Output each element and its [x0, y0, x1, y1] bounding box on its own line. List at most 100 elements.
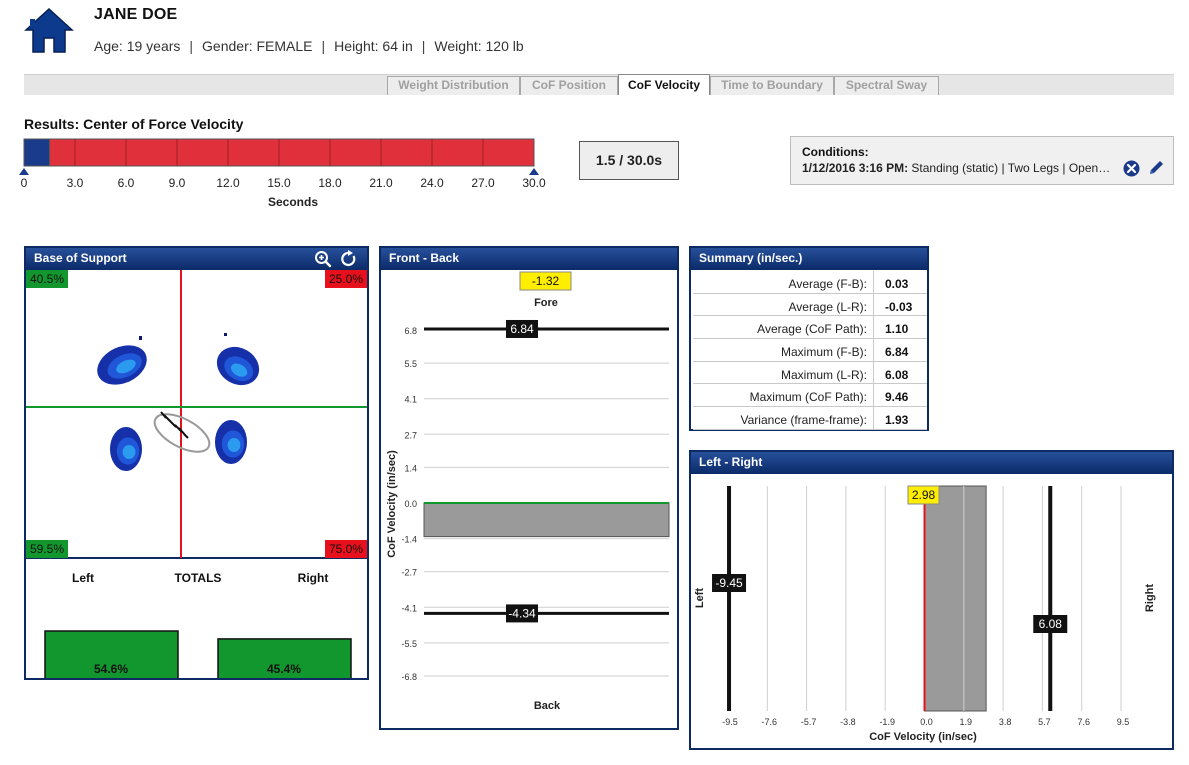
timeline-tick-label: 24.0: [420, 176, 444, 190]
timeline-tick-label: 3.0: [67, 176, 84, 190]
fore-badge-value: -1.32: [532, 274, 560, 288]
y-tick-label: 2.7: [404, 430, 417, 440]
plot-background: [26, 270, 367, 558]
timeline-tick-label: 21.0: [369, 176, 393, 190]
y-tick-label: -4.1: [401, 603, 417, 613]
quadrant-bottom-right: 75.0%: [329, 542, 363, 556]
summary-row-value: 6.84: [885, 345, 909, 360]
quadrant-top-right: 25.0%: [329, 272, 363, 286]
summary-row-label: Variance (frame-frame):: [740, 413, 867, 428]
conditions-title: Conditions:: [802, 145, 869, 159]
pressure-blob-back-right: [215, 420, 247, 464]
y-tick-label: 1.4: [404, 463, 417, 473]
info-separator: |: [421, 38, 426, 54]
summary-row-label: Average (F-B):: [788, 277, 867, 291]
left-right-panel: Left - Right -9.5 -7.6 -5.7 -3.8 -1.9 0.0 1.9 3…: [689, 450, 1174, 750]
x-tick-label: -5.7: [801, 717, 817, 727]
y-tick-label: 0.0: [404, 499, 417, 509]
home-icon[interactable]: [24, 6, 74, 54]
summary-row-value: 0.03: [885, 277, 909, 291]
front-back-header: Front - Back: [381, 248, 677, 270]
patient-age: Age: 19 years: [94, 38, 181, 54]
left-label: Left: [694, 588, 706, 609]
timeline-axis-label: Seconds: [268, 195, 319, 209]
x-tick-label: 5.7: [1038, 717, 1051, 727]
x-tick-label: -9.5: [722, 717, 738, 727]
left-right-chart: -9.5 -7.6 -5.7 -3.8 -1.9 0.0 1.9 3.8 5.7 7.6 9.5 2.…: [694, 485, 1156, 743]
pressure-inner: [227, 437, 241, 453]
timeline-tick-label: 9.0: [169, 176, 186, 190]
conditions-box: Conditions: 1/12/2016 3:16 PM: Standing …: [790, 136, 1174, 185]
summary-row: Maximum (F-B): 6.84: [693, 339, 927, 362]
patient-gender: Gender: FEMALE: [202, 38, 313, 54]
summary-row-label: Maximum (CoF Path):: [749, 390, 867, 405]
patient-info: Age: 19 years | Gender: FEMALE | Height: 64 …: [94, 38, 524, 54]
min-badge-value: -4.34: [508, 606, 536, 620]
summary-row: Maximum (CoF Path): 9.46: [693, 384, 927, 408]
x-tick-label: -1.9: [879, 717, 895, 727]
x-tick-label: 9.5: [1117, 717, 1130, 727]
panel-title: Summary (in/sec.): [699, 251, 803, 265]
timeline-end-marker: [529, 168, 539, 175]
summary-row-value: 1.10: [885, 322, 909, 337]
clear-circle-icon[interactable]: [1123, 160, 1140, 177]
x-tick-label: -3.8: [840, 717, 856, 727]
pressure-spot: [139, 336, 142, 340]
patient-name: JANE DOE: [94, 6, 178, 23]
conditions-date: 1/12/2016 3:16 PM:: [802, 161, 909, 175]
pressure-spot: [224, 333, 227, 336]
summary-row-label: Maximum (L-R):: [781, 367, 867, 382]
front-back-panel: Front - Back -1.32 Fore 6.8 5.5 4.1 2.7 1.4 0.0…: [379, 246, 679, 730]
y-tick-label: -1.4: [401, 535, 417, 545]
timeline-tick-label: 6.0: [118, 176, 135, 190]
tab-cof-velocity[interactable]: CoF Velocity: [618, 74, 710, 95]
y-tick-label: -2.7: [401, 568, 417, 578]
summary-row-label: Average (L-R):: [788, 299, 867, 314]
summary-row-value: 1.93: [885, 413, 909, 428]
summary-table: Average (F-B): 0.03 Average (L-R): -0.03 Ave…: [693, 271, 927, 430]
totals-right-label: Right: [298, 571, 329, 585]
y-tick-label: -6.8: [401, 672, 417, 682]
base-of-support-panel: Base of Support 40.5% 25.0% 59.5% 75.0% Left…: [24, 246, 369, 680]
summary-row-value: 6.08: [885, 367, 909, 382]
summary-row: Variance (frame-frame): 1.93: [693, 407, 927, 430]
x-tick-label: 1.9: [960, 717, 973, 727]
rotate-icon[interactable]: [340, 250, 358, 268]
min-badge-value: -9.45: [715, 576, 743, 590]
timeline-scrubber[interactable]: 0 3.0 6.0 9.0 12.0 15.0 18.0 21.0 24.0 27.0 30.0: [12, 134, 552, 194]
timeline-tick-label: 18.0: [318, 176, 342, 190]
tab-weight-distribution[interactable]: Weight Distribution: [387, 76, 520, 95]
panel-title: Front - Back: [389, 251, 460, 265]
timeline-tick-label: 15.0: [267, 176, 291, 190]
totals-left-label: Left: [72, 571, 94, 585]
tab-time-to-boundary[interactable]: Time to Boundary: [710, 76, 834, 95]
summary-row-label: Average (CoF Path):: [757, 322, 867, 337]
x-tick-label: 0.0: [920, 717, 933, 727]
x-tick-label: -7.6: [762, 717, 778, 727]
y-tick-label: -5.5: [401, 639, 417, 649]
panel-title: Base of Support: [34, 251, 127, 265]
totals-right-value: 45.4%: [267, 662, 301, 676]
base-of-support-plot: 40.5% 25.0% 59.5% 75.0% Left TOTALS Right 54.6%…: [26, 270, 367, 678]
summary-row-label: Maximum (F-B):: [781, 345, 867, 360]
max-badge-value: 6.08: [1039, 617, 1063, 631]
tab-cof-position[interactable]: CoF Position: [520, 76, 618, 95]
summary-row: Average (F-B): 0.03: [693, 271, 927, 294]
patient-height: Height: 64 in: [334, 38, 413, 54]
quadrant-bottom-left: 59.5%: [30, 542, 64, 556]
x-tick-label: 3.8: [999, 717, 1012, 727]
conditions-description: Standing (static) | Two Legs | Open…: [911, 161, 1111, 175]
pencil-icon[interactable]: [1147, 158, 1166, 177]
conditions-text: 1/12/2016 3:16 PM: Standing (static) | T…: [802, 161, 1110, 175]
current-value-bar: [423, 502, 670, 538]
tab-spectral-sway[interactable]: Spectral Sway: [834, 76, 939, 95]
timeline-tick-label: 27.0: [471, 176, 495, 190]
fore-label: Fore: [534, 297, 558, 309]
y-tick-label: 5.5: [404, 359, 417, 369]
zoom-in-icon[interactable]: [314, 250, 332, 268]
timeline-tick-label: 12.0: [216, 176, 240, 190]
info-separator: |: [321, 38, 326, 54]
y-tick-label: 6.8: [404, 326, 417, 336]
patient-weight: Weight: 120 lb: [434, 38, 524, 54]
timeline-tick-label: 30.0: [522, 176, 546, 190]
